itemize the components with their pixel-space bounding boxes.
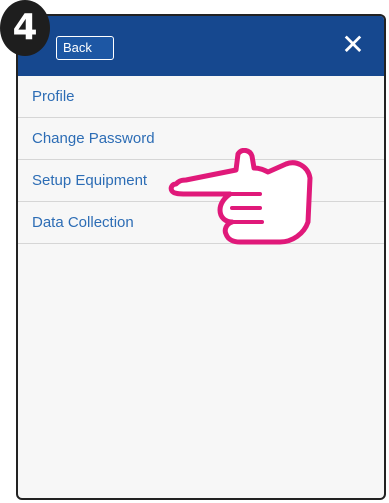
app-panel: Back ✕ Profile Change Password Setup Equ… (16, 14, 386, 500)
step-number-badge: 4 (0, 0, 50, 56)
pointing-hand-icon (168, 148, 313, 245)
close-icon[interactable]: ✕ (338, 30, 368, 60)
back-button[interactable]: Back (56, 36, 114, 60)
menu-item-profile[interactable]: Profile (18, 76, 384, 118)
app-header: Back ✕ (18, 16, 384, 76)
